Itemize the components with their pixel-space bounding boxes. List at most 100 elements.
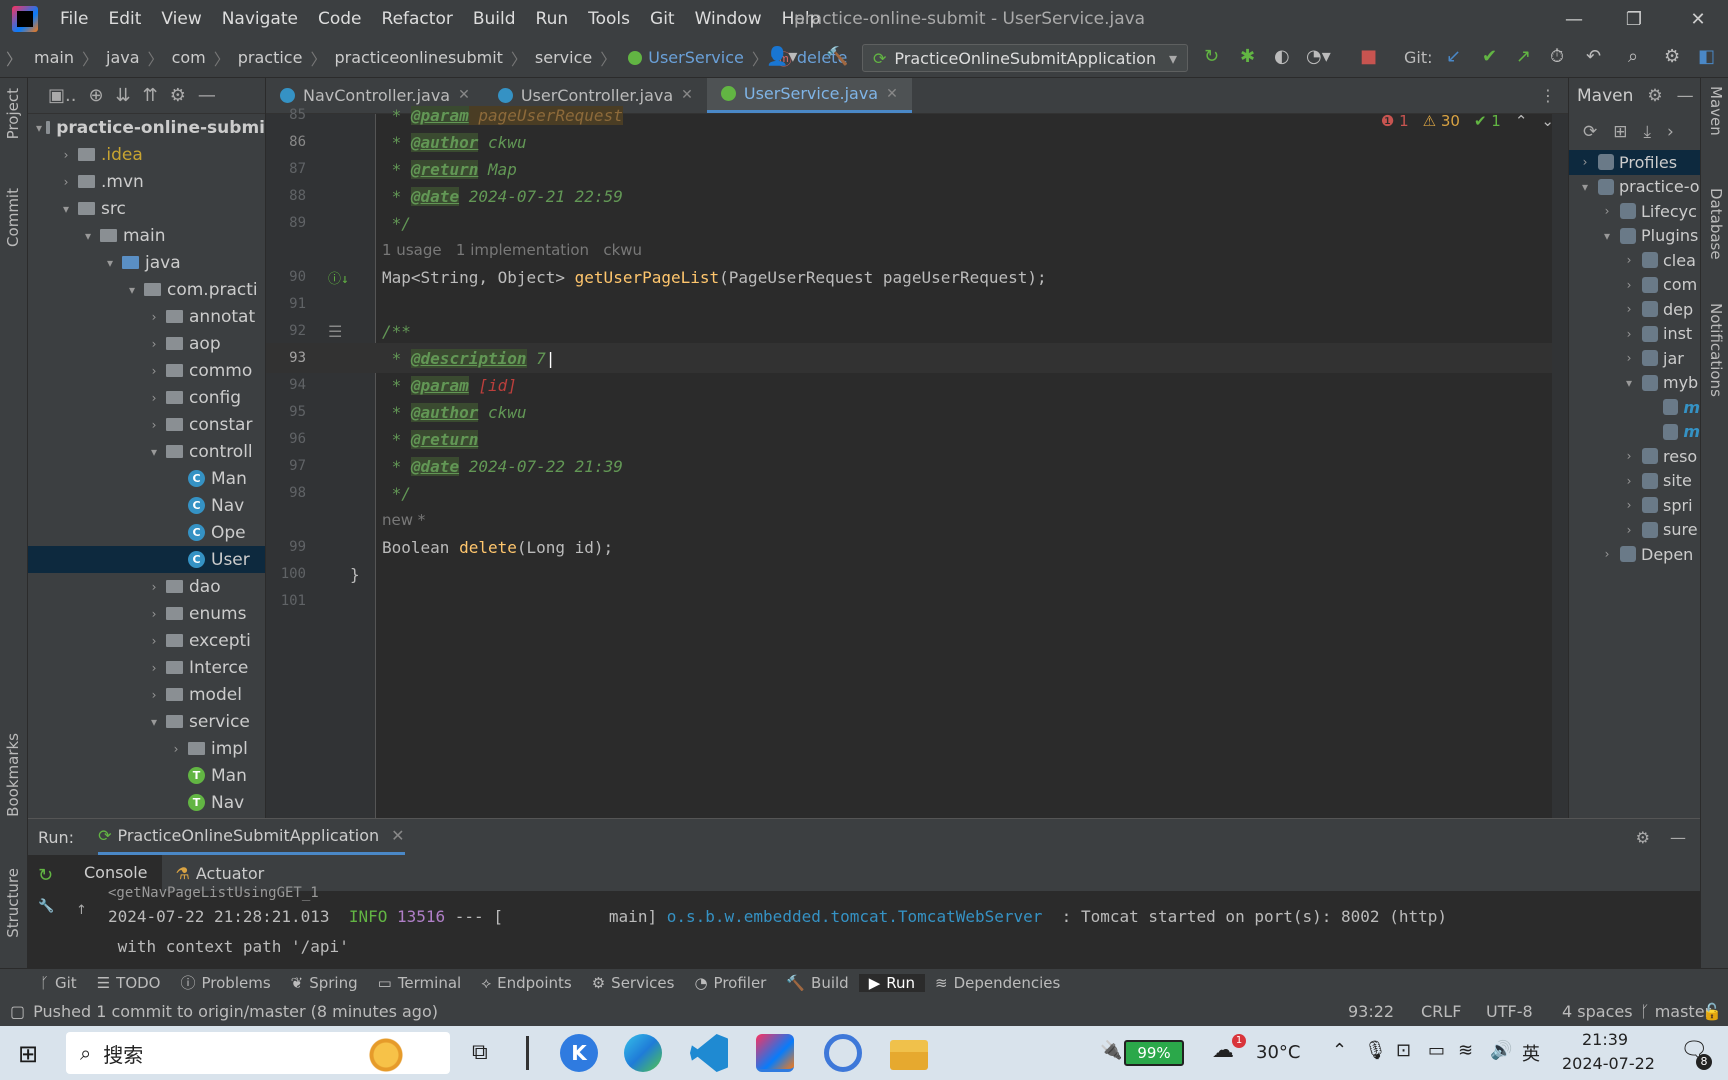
- code-line-88[interactable]: 88 * @date 2024-07-21 22:59: [266, 181, 1568, 211]
- tree-item[interactable]: › excepti: [28, 627, 265, 654]
- tree-item[interactable]: › constar: [28, 411, 265, 438]
- taskbar-search[interactable]: ⌕ 搜索: [66, 1032, 450, 1074]
- plugin-icon[interactable]: ◧: [1698, 46, 1715, 67]
- code-line-98[interactable]: 98 */: [266, 478, 1568, 508]
- clock-time[interactable]: 21:39: [1582, 1030, 1628, 1049]
- locate-icon[interactable]: ⊕: [88, 85, 103, 106]
- tree-item[interactable]: › impl: [28, 735, 265, 762]
- menu-view[interactable]: View: [151, 9, 211, 29]
- stop-icon[interactable]: ■: [1360, 46, 1377, 67]
- code-line-101[interactable]: 101: [266, 586, 1568, 616]
- code-line-87[interactable]: 87 * @return Map: [266, 154, 1568, 184]
- gear-icon[interactable]: ⚙: [1636, 828, 1650, 847]
- structure-tool-button[interactable]: Structure: [4, 868, 22, 938]
- project-tool-button[interactable]: Project: [4, 88, 22, 139]
- expand-arrow-icon[interactable]: ›: [146, 337, 162, 351]
- maven-tree-item[interactable]: ▾ myb: [1569, 371, 1700, 396]
- git-commit-icon[interactable]: ✔: [1482, 46, 1497, 67]
- restore-icon[interactable]: ❐: [1604, 0, 1664, 38]
- expand-arrow-icon[interactable]: ›: [1621, 523, 1637, 537]
- menu-window[interactable]: Window: [685, 9, 772, 29]
- menu-git[interactable]: Git: [640, 9, 685, 29]
- more-icon[interactable]: ›: [1667, 122, 1674, 142]
- maven-tree-item[interactable]: m: [1569, 420, 1700, 445]
- expand-arrow-icon[interactable]: ›: [146, 391, 162, 405]
- file-encoding[interactable]: UTF-8: [1486, 1002, 1533, 1021]
- tree-item[interactable]: ▾ practice-online-submi: [28, 114, 265, 141]
- build-hammer-icon[interactable]: 🔨: [826, 46, 848, 67]
- status-message[interactable]: Pushed 1 commit to origin/master (8 minu…: [33, 1002, 438, 1021]
- settings-icon[interactable]: ⚙: [1664, 46, 1680, 67]
- breadcrumb-service[interactable]: service: [529, 48, 598, 67]
- close-icon[interactable]: ✕: [1668, 0, 1728, 38]
- display-icon[interactable]: ⊡: [1396, 1040, 1411, 1061]
- expand-arrow-icon[interactable]: ▾: [102, 256, 118, 270]
- expand-arrow-icon[interactable]: ›: [168, 742, 184, 756]
- expand-arrow-icon[interactable]: ›: [146, 580, 162, 594]
- gear-icon[interactable]: ⚙: [1647, 86, 1662, 106]
- expand-arrow-icon[interactable]: ›: [58, 148, 74, 162]
- code-line-92[interactable]: 92 ☰ /**: [266, 316, 1568, 346]
- tree-item[interactable]: ▾ java: [28, 249, 265, 276]
- code-vision-hint[interactable]: 1 usage 1 implementation ckwu: [266, 235, 1568, 265]
- tree-item[interactable]: › Interce: [28, 654, 265, 681]
- indent-setting[interactable]: 4 spaces: [1562, 1002, 1633, 1021]
- database-tool-button[interactable]: Database: [1707, 188, 1725, 260]
- breadcrumb-userservice[interactable]: UserService: [618, 48, 750, 67]
- menu-build[interactable]: Build: [463, 9, 526, 29]
- tree-item[interactable]: › aop: [28, 330, 265, 357]
- maven-tree-item[interactable]: › inst: [1569, 322, 1700, 347]
- maven-tree-item[interactable]: › com: [1569, 273, 1700, 298]
- maven-tree-item[interactable]: › sure: [1569, 518, 1700, 543]
- tree-item[interactable]: ▾ controll: [28, 438, 265, 465]
- expand-arrow-icon[interactable]: ›: [146, 607, 162, 621]
- microphone-icon[interactable]: 🎙: [1364, 1040, 1387, 1061]
- maven-tree-item[interactable]: ▾ Plugins: [1569, 224, 1700, 249]
- lock-icon[interactable]: 🔓: [1702, 1002, 1722, 1021]
- maven-tree-item[interactable]: › spri: [1569, 493, 1700, 518]
- tree-item[interactable]: T Nav: [28, 789, 265, 816]
- maven-tree-item[interactable]: › jar: [1569, 346, 1700, 371]
- search-icon[interactable]: ⌕: [1628, 46, 1638, 67]
- expand-arrow-icon[interactable]: ▾: [146, 715, 162, 729]
- wifi-icon[interactable]: ≋: [1458, 1040, 1473, 1061]
- tree-item[interactable]: ▾ src: [28, 195, 265, 222]
- menu-run[interactable]: Run: [526, 9, 579, 29]
- code-line-99[interactable]: 99 Boolean delete(Long id);: [266, 532, 1568, 562]
- tab-actuator[interactable]: ⚗ Actuator: [162, 864, 279, 883]
- expand-arrow-icon[interactable]: ›: [1599, 204, 1615, 218]
- expand-arrow-icon[interactable]: ›: [1621, 474, 1637, 488]
- code-line-100[interactable]: 100}: [266, 559, 1568, 589]
- tab-run[interactable]: ▶ Run: [858, 973, 925, 992]
- expand-arrow-icon[interactable]: ▾: [1577, 180, 1593, 194]
- debug-icon[interactable]: ✱: [1240, 46, 1255, 67]
- reload-icon[interactable]: ⟳: [1583, 122, 1597, 142]
- hide-icon[interactable]: —: [198, 85, 216, 106]
- chrome-like-icon[interactable]: [824, 1034, 862, 1072]
- maven-tree-item[interactable]: › Lifecyc: [1569, 199, 1700, 224]
- menu-tools[interactable]: Tools: [578, 9, 640, 29]
- tab-profiler[interactable]: ◔ Profiler: [684, 974, 776, 992]
- edge-browser-icon[interactable]: [624, 1034, 662, 1072]
- coverage-icon[interactable]: ◐: [1274, 46, 1290, 67]
- maven-tool-button[interactable]: Maven: [1707, 86, 1725, 136]
- code-line-86[interactable]: 86 * @author ckwu: [266, 127, 1568, 157]
- tree-item[interactable]: › dao: [28, 573, 265, 600]
- maven-tree-item[interactable]: ▾ practice-o: [1569, 175, 1700, 200]
- code-line-96[interactable]: 96 * @return: [266, 424, 1568, 454]
- tree-item[interactable]: ▾ service: [28, 708, 265, 735]
- code-line-90[interactable]: 90 ⓘ↓ Map<String, Object> getUserPageList(…: [266, 262, 1568, 292]
- kuaishou-app-icon[interactable]: K: [560, 1034, 598, 1072]
- breadcrumb-com[interactable]: com: [166, 48, 212, 67]
- git-push-icon[interactable]: ↗: [1516, 46, 1531, 67]
- tree-item[interactable]: C Man: [28, 465, 265, 492]
- menu-file[interactable]: File: [50, 9, 98, 29]
- volume-icon[interactable]: 🔊: [1490, 1040, 1512, 1061]
- close-tab-icon[interactable]: ✕: [391, 826, 404, 845]
- tab-endpoints[interactable]: ⟡ Endpoints: [471, 974, 582, 992]
- notifications-tool-button[interactable]: Notifications: [1707, 303, 1725, 397]
- tree-item[interactable]: › config: [28, 384, 265, 411]
- maven-tree-item[interactable]: › clea: [1569, 248, 1700, 273]
- tray-chevron-up-icon[interactable]: ⌃: [1332, 1040, 1347, 1061]
- implemented-icon[interactable]: ⓘ↓: [328, 268, 349, 287]
